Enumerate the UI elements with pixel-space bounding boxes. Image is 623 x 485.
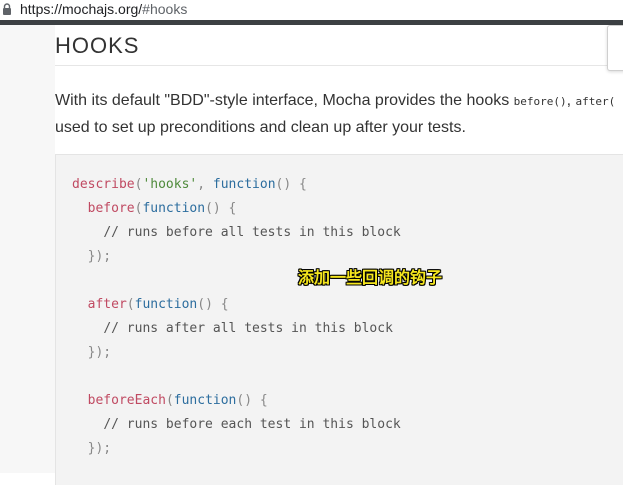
lock-icon (3, 3, 11, 15)
code-paren: ( (165, 393, 174, 408)
intro-line-2: used to set up preconditions and clean u… (55, 119, 466, 136)
section-heading: HOOKS (55, 33, 140, 58)
code-before-each: beforeEach (87, 393, 166, 408)
intro-text: With its default "BDD"-style interface, … (55, 92, 514, 109)
intro-separator: , (566, 92, 576, 109)
code-tail: () { (197, 297, 229, 312)
code-close: }); (87, 249, 112, 264)
code-block: describe('hooks', function() { before(fu… (55, 154, 623, 485)
code-comment: // runs before all tests in this block (103, 225, 401, 240)
code-listing: describe('hooks', function() { before(fu… (72, 173, 401, 461)
code-keyword: function (173, 393, 237, 408)
address-bar[interactable]: https://mochajs.org/#hooks (0, 0, 623, 20)
code-describe: describe (72, 177, 135, 192)
code-tail: () { (205, 201, 237, 216)
code-after: after (87, 297, 127, 312)
intro-code-before: before() (513, 95, 567, 108)
url-host: https://mochajs.org/ (20, 1, 143, 17)
code-keyword: function (142, 201, 206, 216)
heading-divider (55, 65, 623, 66)
code-string: 'hooks' (142, 177, 198, 192)
side-popup-panel[interactable] (607, 25, 623, 71)
code-comment: // runs after all tests in this block (103, 321, 393, 336)
intro-paragraph: With its default "BDD"-style interface, … (55, 88, 623, 141)
url-text[interactable]: https://mochajs.org/#hooks (20, 0, 187, 18)
code-paren: ( (126, 297, 135, 312)
intro-code-after: after( (575, 95, 616, 108)
code-tail: () { (236, 393, 268, 408)
code-comment: // runs before each test in this block (103, 417, 401, 432)
video-subtitle: 添加一些回调的钩子 (298, 268, 443, 287)
code-close: }); (87, 441, 112, 456)
code-before: before (87, 201, 135, 216)
code-close: }); (87, 345, 112, 360)
code-comma: , (197, 177, 213, 192)
code-tail: () { (275, 177, 307, 192)
code-keyword: function (134, 297, 198, 312)
code-keyword: function (212, 177, 276, 192)
url-hash: #hooks (142, 1, 188, 17)
